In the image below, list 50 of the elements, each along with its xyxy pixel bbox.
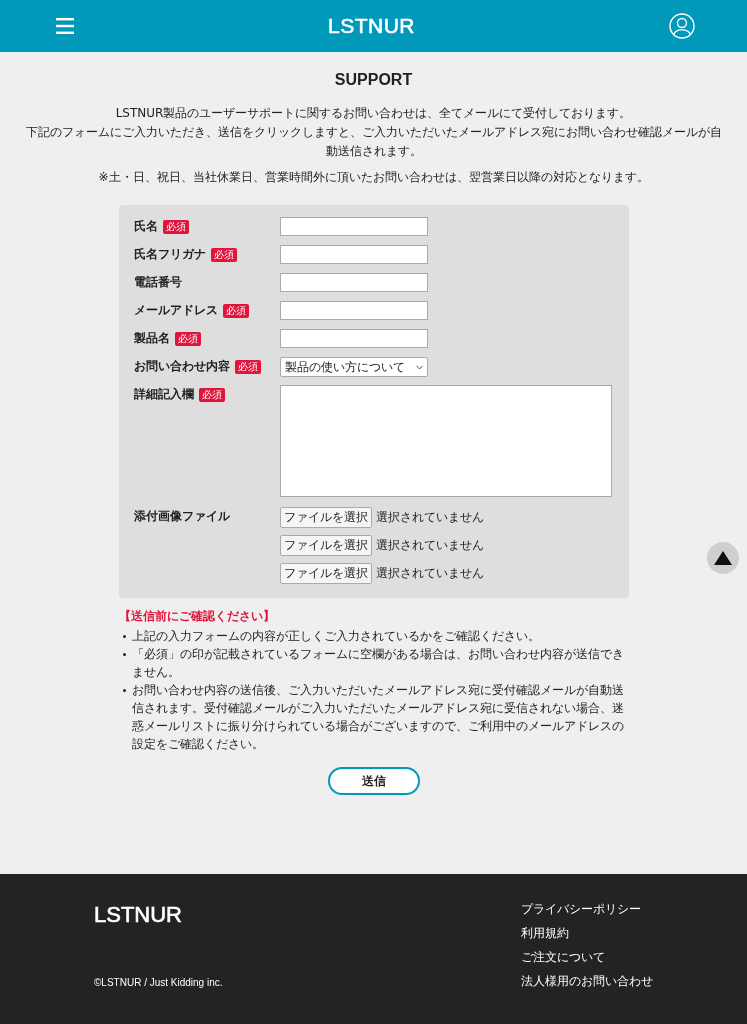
confirm-heading: 【送信前にご確認ください】 (118, 608, 276, 624)
required-badge: 必須 (174, 331, 201, 346)
file-choose-button[interactable]: ファイルを選択 (279, 535, 372, 556)
footer-link[interactable]: ご注文について (521, 950, 653, 965)
dropdown[interactable]: 製品の使い方について (279, 357, 428, 377)
intro-text: LSTNUR製品のユーザーサポートに関するお問い合わせは、全てメールにて受付しております。 (114, 105, 633, 122)
text-field[interactable] (279, 273, 428, 292)
text-field[interactable] (279, 329, 428, 348)
field-label: 氏名 (133, 218, 158, 235)
confirm-text: 上記の入力フォームの内容が正しくご入力されているかをご確認ください。 (131, 628, 540, 645)
file-status: 選択されていません (375, 537, 484, 554)
footer-logo[interactable]: LSTNUR (94, 902, 182, 928)
field-label: 電話番号 (133, 274, 182, 291)
field-label: 添付画像ファイル (133, 508, 230, 525)
text-field[interactable] (279, 217, 428, 236)
required-badge: 必須 (162, 219, 189, 234)
submit-button[interactable]: 送信 (327, 767, 420, 795)
text-area[interactable] (279, 385, 612, 497)
notice-text: ※土・日、祝日、当社休業日、営業時間外に頂いたお問い合わせは、翌営業日以降の対応となります。 (98, 169, 649, 185)
required-badge: 必須 (210, 247, 237, 262)
triangle-up-icon (714, 551, 732, 565)
page-title: SUPPORT (334, 70, 413, 90)
file-choose-button[interactable]: ファイルを選択 (279, 563, 372, 584)
required-badge: 必須 (198, 387, 225, 402)
bullet-icon (122, 689, 126, 692)
text-field[interactable] (279, 245, 428, 264)
confirm-text: 「必須」の印が記載されているフォームに空欄がある場合は、お問い合わせ内容が送信できません。 (131, 646, 625, 681)
footer-link[interactable]: 利用規約 (521, 926, 653, 941)
copyright-text: ©LSTNUR / Just Kidding inc. (94, 977, 223, 988)
field-label: 氏名フリガナ (133, 246, 206, 263)
scroll-top-button[interactable] (707, 542, 739, 574)
field-label: 詳細記入欄 (133, 386, 194, 403)
menu-icon[interactable] (56, 18, 74, 34)
account-icon[interactable] (669, 13, 695, 39)
required-badge: 必須 (234, 359, 261, 374)
field-label: お問い合わせ内容 (133, 358, 230, 375)
file-status: 選択されていません (375, 565, 484, 582)
text-field[interactable] (279, 301, 428, 320)
intro-text: 下記のフォームにご入力いただき、送信をクリックしますと、ご入力いただいたメールアドレス宛にお問い合わせ確認メールが自動送信されます。 (24, 124, 723, 160)
required-badge: 必須 (222, 303, 249, 318)
field-label: 製品名 (133, 330, 170, 347)
chevron-icon (415, 364, 423, 370)
confirm-text: お問い合わせ内容の送信後、ご入力いただいたメールアドレス宛に受付確認メールが自動送信されます。受付確認メールがご入力いただいたメールアドレス宛に受信されない場合、迷惑メールリストに振り分けられている場合がございますので、ご利用中のメールアドレスの設定をご確認ください。 (131, 682, 625, 753)
file-status: 選択されていません (375, 509, 484, 526)
field-label: メールアドレス (133, 302, 218, 319)
footer-link[interactable]: プライバシーポリシー (521, 902, 653, 917)
bullet-icon (122, 653, 126, 656)
footer-link[interactable]: 法人様用のお問い合わせ (521, 974, 653, 989)
file-choose-button[interactable]: ファイルを選択 (279, 507, 372, 528)
bullet-icon (122, 635, 126, 638)
